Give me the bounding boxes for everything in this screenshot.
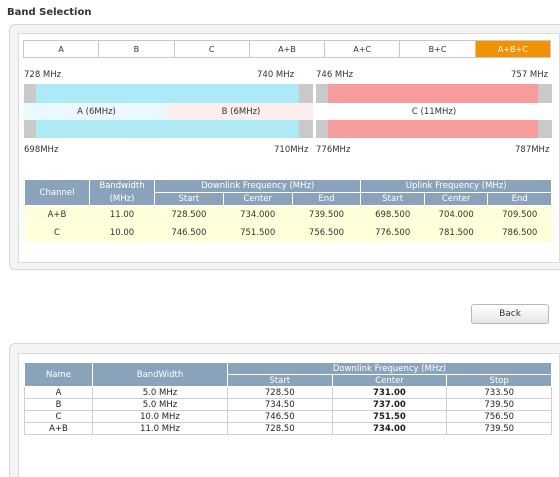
uplink-center-cell: 781.500 [424, 223, 488, 242]
center-cell: 731.00 [331, 386, 448, 399]
uplink-start-cell: 698.500 [360, 205, 425, 224]
downlink-left-start: 728 MHz [24, 70, 62, 80]
center-cell: 734.00 [331, 422, 448, 435]
summary-downlink-header: Downlink Frequency (MHz) [227, 362, 552, 375]
page-title: Band Selection [7, 7, 92, 18]
tab-a-plus-c[interactable]: A+C [325, 41, 401, 57]
downlink-header: Downlink Frequency (MHz) [153, 179, 362, 193]
bandwidth-unit-header: (MHz) [89, 192, 155, 206]
downlink-right-start: 746 MHz [316, 70, 354, 80]
table-row: C 10.0 MHz 746.50 751.50 756.50 [24, 410, 552, 423]
downlink-center-cell: 751.500 [223, 223, 293, 242]
band-c-label: C (11MHz) [316, 103, 552, 120]
bandwidth-cell: 11.00 [89, 205, 155, 224]
uplink-end-cell: 709.500 [487, 205, 552, 224]
uplink-center-header: Center [423, 192, 489, 206]
bandwidth-header: Bandwidth [89, 179, 155, 193]
downlink-right-end: 757 MHz [511, 70, 549, 80]
stop-cell: 733.50 [446, 386, 552, 399]
center-cell: 751.50 [331, 410, 448, 423]
uplink-left-start: 698MHz [24, 145, 59, 155]
stop-cell: 739.50 [446, 398, 552, 411]
stop-cell: 756.50 [446, 410, 552, 423]
bandwidth-cell: 10.0 MHz [92, 410, 228, 423]
table-row: C 10.00 746.500 751.500 756.500 776.500 … [24, 223, 552, 242]
tab-b-plus-c[interactable]: B+C [400, 41, 476, 57]
downlink-end-cell: 756.500 [292, 223, 361, 242]
uplink-right-start: 776MHz [316, 145, 351, 155]
tab-c[interactable]: C [174, 41, 250, 57]
downlink-start-cell: 728.500 [154, 205, 224, 224]
summary-table: Name BandWidth Downlink Frequency (MHz) … [24, 362, 552, 435]
summary-stop-header: Stop [446, 374, 552, 387]
table-row: A 5.0 MHz 728.50 731.00 733.50 [24, 386, 552, 399]
tab-a[interactable]: A [24, 41, 100, 57]
name-cell: C [24, 410, 93, 423]
downlink-center-header: Center [222, 192, 293, 206]
bandwidth-col-header: BandWidth [92, 362, 228, 387]
bandwidth-cell: 5.0 MHz [92, 398, 228, 411]
uplink-left-end: 710MHz [274, 145, 309, 155]
channel-table: Channel Bandwidth Downlink Frequency (MH… [24, 179, 552, 242]
uplink-end-cell: 786.500 [487, 223, 552, 242]
summary-start-header: Start [227, 374, 333, 387]
table-row: A+B 11.0 MHz 728.50 734.00 739.50 [24, 422, 552, 435]
name-header: Name [24, 362, 93, 387]
back-button[interactable]: Back [471, 304, 549, 324]
bandwidth-cell: 5.0 MHz [92, 386, 228, 399]
table-row: A+B 11.00 728.500 734.000 739.500 698.50… [24, 205, 552, 224]
summary-center-header: Center [331, 374, 448, 387]
uplink-right-end: 787MHz [515, 145, 550, 155]
downlink-left-end: 740 MHz [257, 70, 295, 80]
name-cell: A [24, 386, 93, 399]
name-cell: B [24, 398, 93, 411]
band-tabs: A B C A+B A+C B+C A+B+C [23, 40, 551, 58]
downlink-center-cell: 734.000 [223, 205, 293, 224]
channel-cell: C [24, 223, 90, 242]
tab-b[interactable]: B [99, 41, 175, 57]
uplink-start-header: Start [360, 192, 425, 206]
channel-header: Channel [24, 179, 90, 206]
downlink-start-header: Start [154, 192, 224, 206]
start-cell: 734.50 [227, 398, 333, 411]
tab-a-plus-b[interactable]: A+B [249, 41, 326, 57]
uplink-end-header: End [487, 192, 552, 206]
start-cell: 728.50 [227, 386, 333, 399]
start-cell: 746.50 [227, 410, 333, 423]
stop-cell: 739.50 [446, 422, 552, 435]
table-row: B 5.0 MHz 734.50 737.00 739.50 [24, 398, 552, 411]
downlink-end-cell: 739.500 [292, 205, 361, 224]
uplink-header: Uplink Frequency (MHz) [360, 179, 552, 193]
channel-cell: A+B [24, 205, 90, 224]
name-cell: A+B [24, 422, 93, 435]
center-cell: 737.00 [331, 398, 448, 411]
downlink-start-cell: 746.500 [154, 223, 224, 242]
bandwidth-cell: 10.00 [89, 223, 155, 242]
tab-a-plus-b-plus-c[interactable]: A+B+C [475, 41, 550, 57]
band-b-label: B (6MHz) [169, 103, 313, 120]
start-cell: 728.50 [227, 422, 333, 435]
uplink-center-cell: 704.000 [424, 205, 488, 224]
downlink-end-header: End [291, 192, 362, 206]
band-a-label: A (6MHz) [24, 103, 169, 120]
bandwidth-cell: 11.0 MHz [92, 422, 228, 435]
uplink-start-cell: 776.500 [360, 223, 425, 242]
